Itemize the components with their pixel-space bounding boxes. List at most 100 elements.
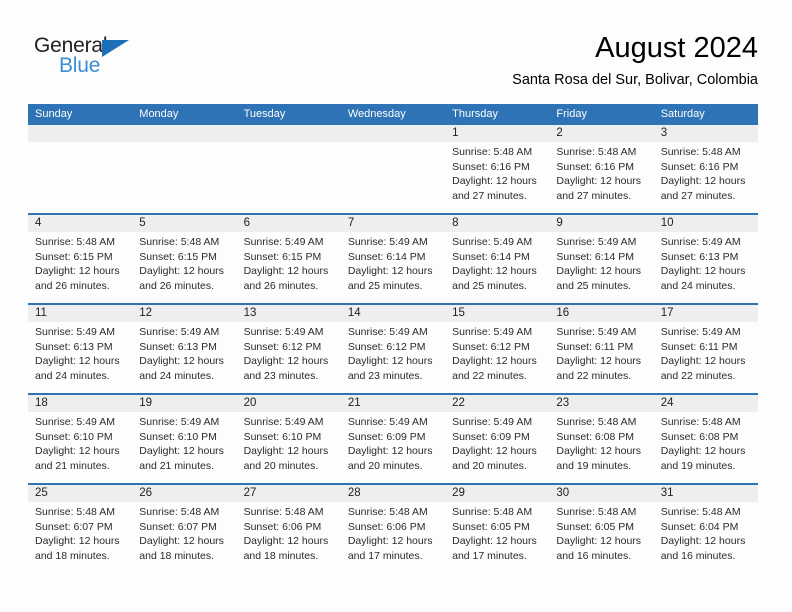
day-number[interactable]: 18: [28, 395, 132, 412]
day-cell[interactable]: Sunrise: 5:49 AM Sunset: 6:12 PM Daylight:…: [237, 322, 341, 393]
day-number[interactable]: 4: [28, 215, 132, 232]
day-number[interactable]: 2: [549, 125, 653, 142]
day-info-line: Sunrise: 5:48 AM: [452, 506, 533, 518]
day-number[interactable]: 31: [654, 485, 758, 502]
day-cell-empty: [132, 142, 236, 213]
day-number[interactable]: 23: [549, 395, 653, 412]
day-info-line: Daylight: 12 hours: [660, 445, 746, 457]
day-info-line: Sunrise: 5:49 AM: [556, 236, 637, 248]
day-number[interactable]: 29: [445, 485, 549, 502]
day-number[interactable]: 7: [341, 215, 445, 232]
day-cell[interactable]: Sunrise: 5:49 AM Sunset: 6:12 PM Daylight:…: [341, 322, 445, 393]
day-number[interactable]: 11: [28, 305, 132, 322]
day-number[interactable]: 10: [654, 215, 758, 232]
day-info-line: and 16 minutes.: [556, 549, 632, 562]
logo-word-blue: Blue: [59, 54, 101, 77]
day-number[interactable]: 12: [132, 305, 236, 322]
day-info-line: Sunset: 6:04 PM: [660, 520, 739, 533]
day-cell[interactable]: Sunrise: 5:49 AM Sunset: 6:11 PM Daylight:…: [654, 322, 758, 393]
day-info-line: and 20 minutes.: [452, 459, 527, 472]
day-number[interactable]: 19: [132, 395, 236, 412]
day-cell[interactable]: Sunrise: 5:49 AM Sunset: 6:10 PM Daylight:…: [28, 412, 132, 483]
day-number[interactable]: 6: [237, 215, 341, 232]
day-number[interactable]: 30: [549, 485, 653, 502]
day-info-line: and 25 minutes.: [347, 279, 423, 292]
day-cell[interactable]: Sunrise: 5:48 AM Sunset: 6:16 PM Daylight:…: [654, 142, 758, 213]
day-info-line: Sunset: 6:13 PM: [660, 250, 739, 263]
day-number[interactable]: 20: [237, 395, 341, 412]
day-number[interactable]: 16: [549, 305, 653, 322]
day-info-line: Sunrise: 5:49 AM: [452, 236, 533, 248]
day-info-line: Sunrise: 5:48 AM: [139, 506, 220, 518]
day-number[interactable]: 8: [445, 215, 549, 232]
day-number[interactable]: 22: [445, 395, 549, 412]
day-info-line: Sunrise: 5:49 AM: [347, 236, 428, 248]
day-cell[interactable]: Sunrise: 5:49 AM Sunset: 6:12 PM Daylight:…: [445, 322, 549, 393]
day-cell[interactable]: Sunrise: 5:48 AM Sunset: 6:15 PM Daylight:…: [28, 232, 132, 303]
day-cell[interactable]: Sunrise: 5:48 AM Sunset: 6:07 PM Daylight:…: [28, 502, 132, 573]
weekday-header-row: Sunday Monday Tuesday Wednesday Thursday Frid…: [28, 104, 758, 125]
day-info-line: Sunset: 6:10 PM: [35, 430, 113, 443]
calendar-week-row: 4 5 6 7 8 9 10 Sunrise: 5:48 AM Sunset: 6:15 PM D…: [28, 213, 758, 303]
weekday-header-tuesday: Tuesday: [243, 108, 286, 120]
day-cell[interactable]: Sunrise: 5:48 AM Sunset: 6:07 PM Daylight:…: [132, 502, 236, 573]
day-info-line: Daylight: 12 hours: [35, 355, 120, 367]
general-blue-logo[interactable]: General Blue: [34, 34, 164, 86]
day-number[interactable]: 9: [549, 215, 653, 232]
day-cell[interactable]: Sunrise: 5:48 AM Sunset: 6:04 PM Daylight:…: [654, 502, 758, 573]
day-info-line: and 18 minutes.: [139, 549, 214, 562]
day-cell[interactable]: Sunrise: 5:49 AM Sunset: 6:09 PM Daylight:…: [445, 412, 549, 483]
day-cell[interactable]: Sunrise: 5:48 AM Sunset: 6:06 PM Daylight:…: [237, 502, 341, 573]
day-cell[interactable]: Sunrise: 5:48 AM Sunset: 6:16 PM Daylight:…: [549, 142, 653, 213]
day-number[interactable]: 1: [445, 125, 549, 142]
day-cell[interactable]: Sunrise: 5:48 AM Sunset: 6:06 PM Daylight:…: [341, 502, 445, 573]
day-info-line: Daylight: 12 hours: [347, 535, 433, 547]
day-number[interactable]: 21: [341, 395, 445, 412]
day-info-line: Sunrise: 5:48 AM: [556, 506, 637, 518]
day-cell[interactable]: Sunrise: 5:48 AM Sunset: 6:15 PM Daylight:…: [132, 232, 236, 303]
day-number[interactable]: 24: [654, 395, 758, 412]
day-number[interactable]: 25: [28, 485, 132, 502]
day-cell[interactable]: Sunrise: 5:49 AM Sunset: 6:14 PM Daylight:…: [341, 232, 445, 303]
calendar-week-row: 1 2 3 Sunrise: 5:48 AM Sunset: 6:16 PM Daylig…: [28, 125, 758, 213]
day-info-line: Sunrise: 5:48 AM: [556, 416, 637, 428]
day-number[interactable]: 14: [341, 305, 445, 322]
day-info-line: Daylight: 12 hours: [139, 535, 224, 547]
weekday-header-saturday: Saturday: [660, 108, 705, 120]
day-cell[interactable]: Sunrise: 5:49 AM Sunset: 6:14 PM Daylight:…: [445, 232, 549, 303]
day-info-line: Daylight: 12 hours: [243, 355, 329, 367]
day-cell[interactable]: Sunrise: 5:48 AM Sunset: 6:08 PM Daylight:…: [654, 412, 758, 483]
day-info-line: Sunset: 6:11 PM: [660, 340, 738, 353]
day-cell[interactable]: Sunrise: 5:49 AM Sunset: 6:09 PM Daylight:…: [341, 412, 445, 483]
day-cell[interactable]: Sunrise: 5:49 AM Sunset: 6:14 PM Daylight:…: [549, 232, 653, 303]
day-number[interactable]: 28: [341, 485, 445, 502]
day-info-line: Sunset: 6:06 PM: [243, 520, 322, 533]
day-info-line: and 17 minutes.: [347, 549, 423, 562]
day-info-line: Sunrise: 5:48 AM: [139, 236, 220, 248]
day-cell[interactable]: Sunrise: 5:49 AM Sunset: 6:13 PM Daylight:…: [28, 322, 132, 393]
weekday-header-wednesday: Wednesday: [347, 108, 406, 120]
day-cell[interactable]: Sunrise: 5:48 AM Sunset: 6:05 PM Daylight:…: [445, 502, 549, 573]
day-info-line: Daylight: 12 hours: [556, 175, 642, 187]
day-info-line: Sunset: 6:15 PM: [243, 250, 322, 263]
day-number[interactable]: 27: [237, 485, 341, 502]
day-info-line: Sunset: 6:06 PM: [347, 520, 426, 533]
day-info-line: Daylight: 12 hours: [243, 445, 329, 457]
day-info-line: and 23 minutes.: [243, 369, 319, 382]
day-cell[interactable]: Sunrise: 5:49 AM Sunset: 6:11 PM Daylight:…: [549, 322, 653, 393]
day-cell[interactable]: Sunrise: 5:49 AM Sunset: 6:10 PM Daylight:…: [237, 412, 341, 483]
day-number[interactable]: 15: [445, 305, 549, 322]
day-number[interactable]: 5: [132, 215, 236, 232]
day-number[interactable]: 26: [132, 485, 236, 502]
day-number[interactable]: 3: [654, 125, 758, 142]
day-cell[interactable]: Sunrise: 5:49 AM Sunset: 6:15 PM Daylight:…: [237, 232, 341, 303]
day-cell[interactable]: Sunrise: 5:48 AM Sunset: 6:16 PM Daylight:…: [445, 142, 549, 213]
day-cell[interactable]: Sunrise: 5:49 AM Sunset: 6:13 PM Daylight:…: [654, 232, 758, 303]
day-cell[interactable]: Sunrise: 5:48 AM Sunset: 6:08 PM Daylight:…: [549, 412, 653, 483]
day-number[interactable]: 17: [654, 305, 758, 322]
day-cell[interactable]: Sunrise: 5:48 AM Sunset: 6:05 PM Daylight:…: [549, 502, 653, 573]
day-cell[interactable]: Sunrise: 5:49 AM Sunset: 6:13 PM Daylight:…: [132, 322, 236, 393]
day-cell[interactable]: Sunrise: 5:49 AM Sunset: 6:10 PM Daylight:…: [132, 412, 236, 483]
day-info-line: Sunrise: 5:49 AM: [347, 416, 428, 428]
day-number[interactable]: 13: [237, 305, 341, 322]
